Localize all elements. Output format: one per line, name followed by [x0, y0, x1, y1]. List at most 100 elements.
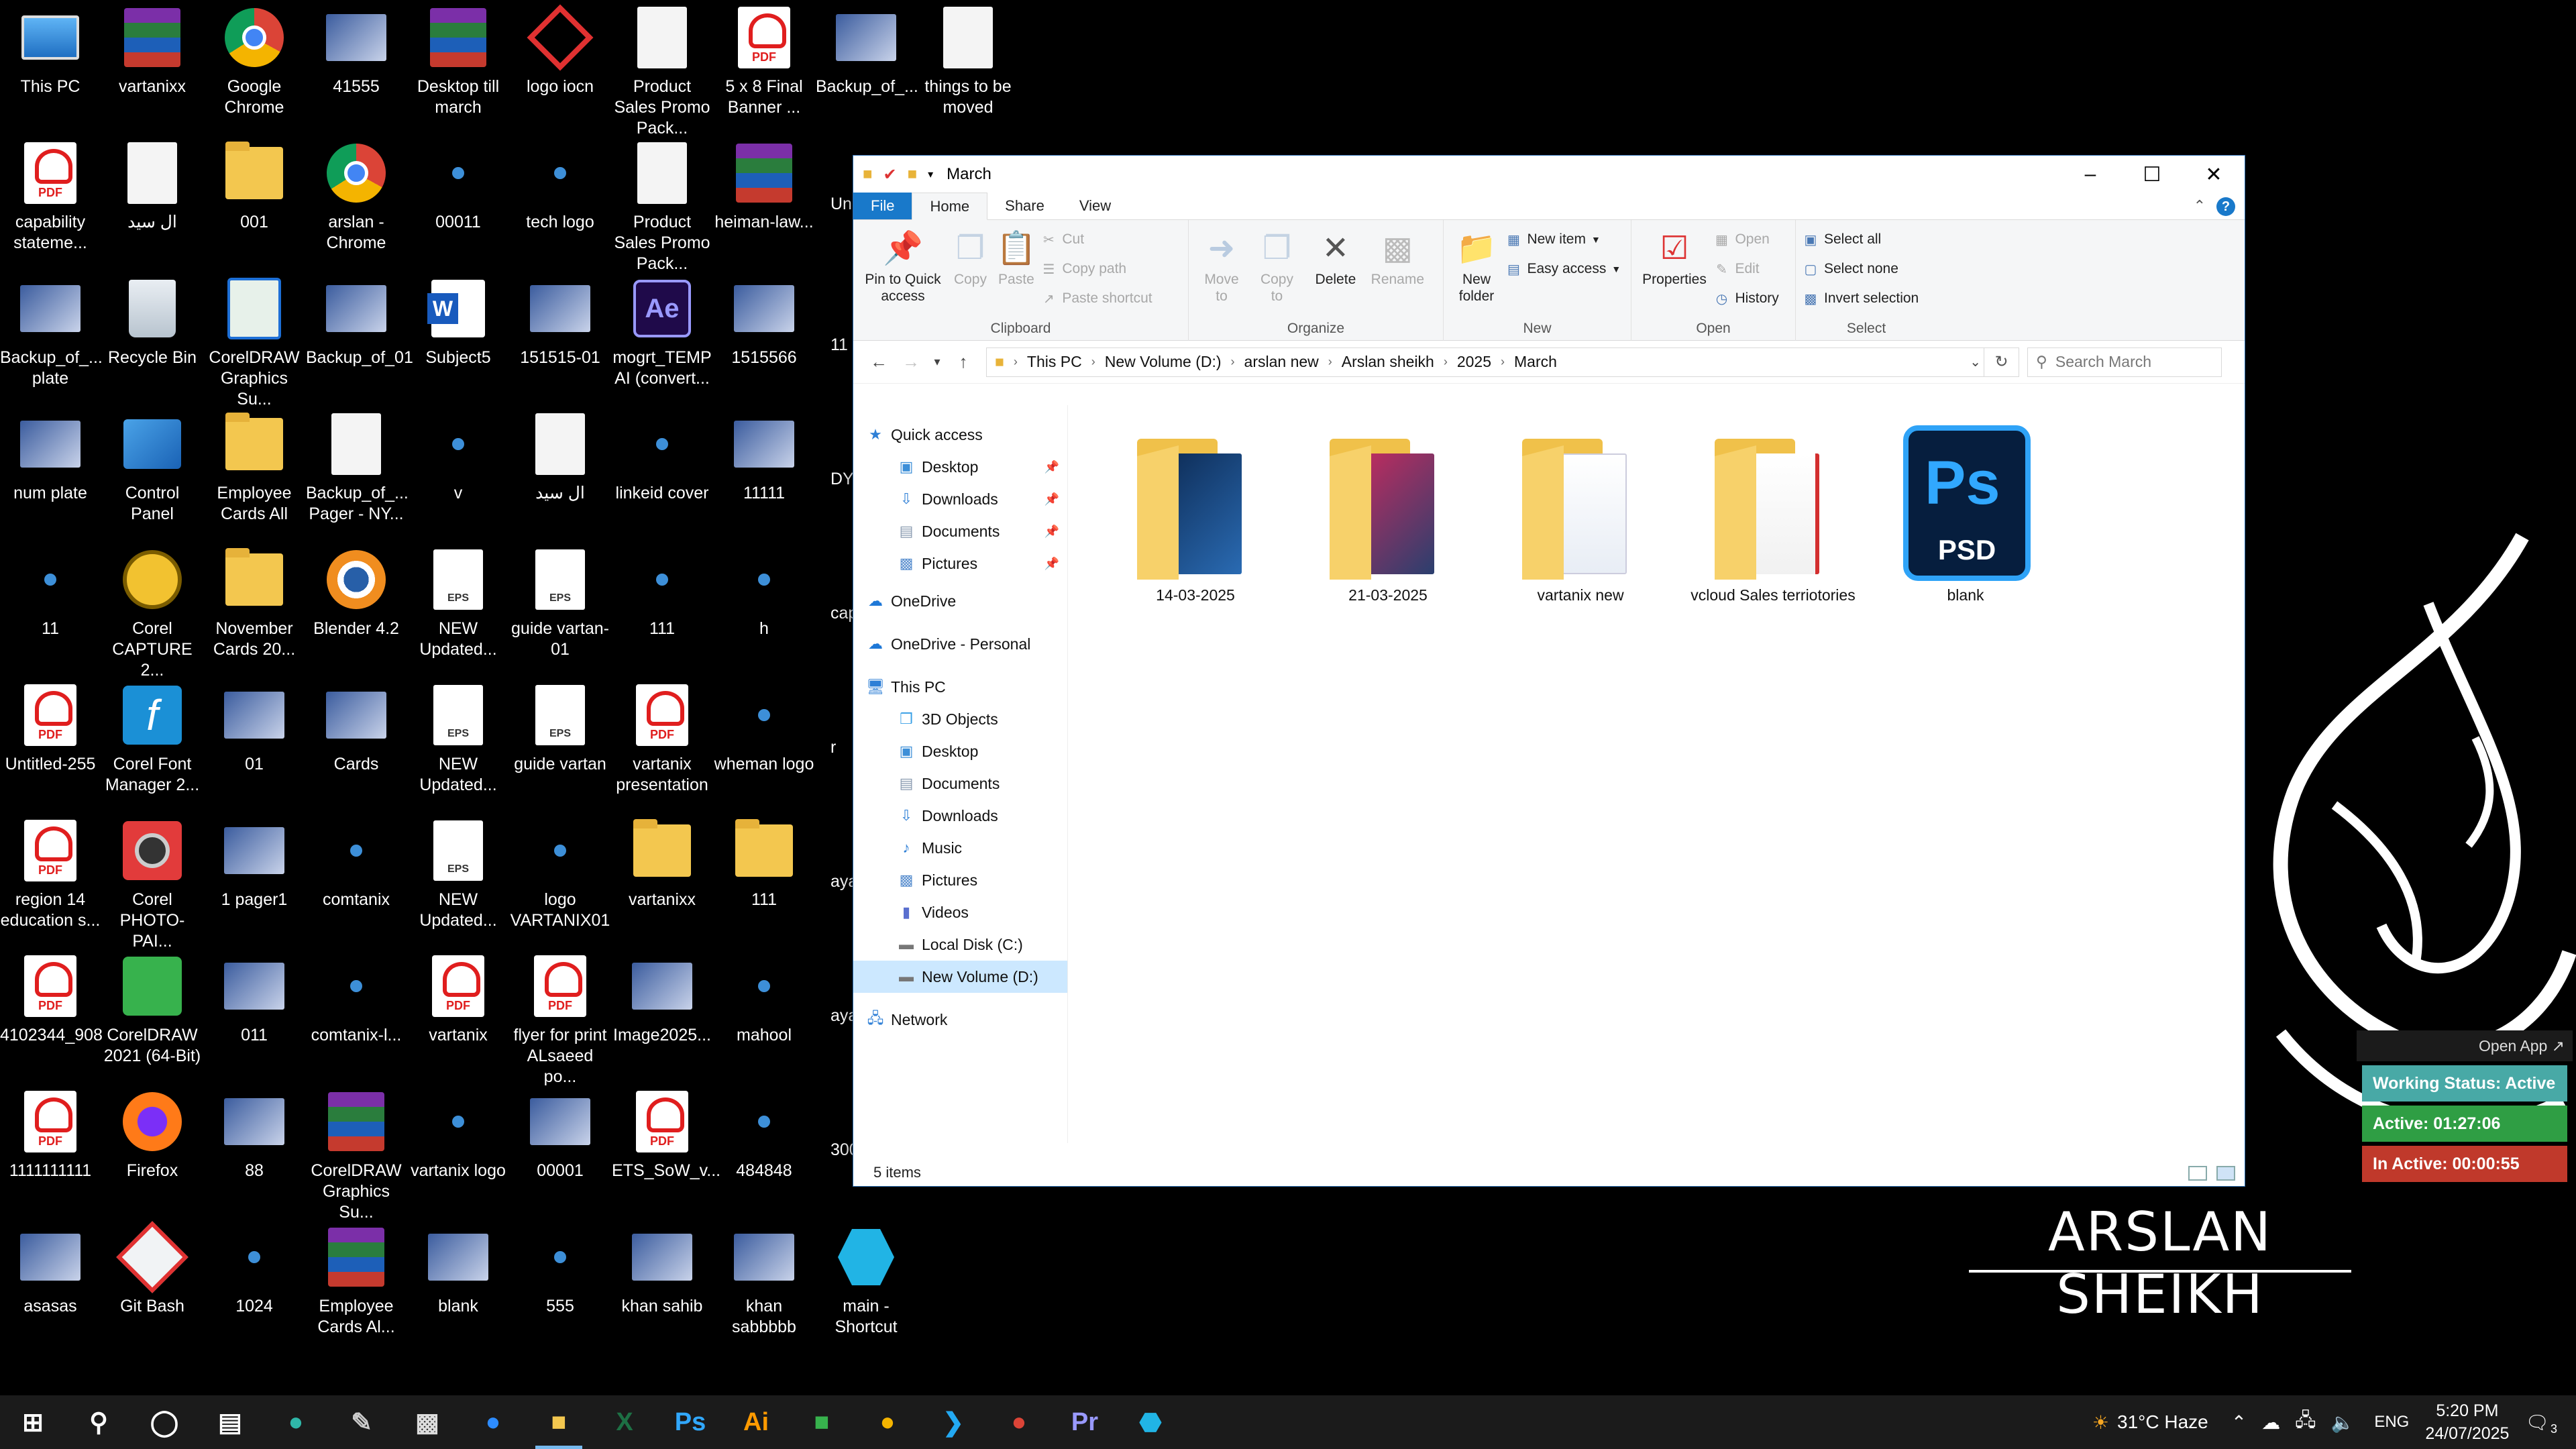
paste-shortcut-button[interactable]: ↗ Paste shortcut	[1040, 286, 1152, 311]
invert-selection-button[interactable]: ▩ Invert selection	[1803, 286, 1919, 311]
desktop-icon-backup-of-pager-ny[interactable]: Backup_of_... Pager - NY...	[306, 412, 409, 525]
desktop-icon-tech-logo[interactable]: tech logo	[510, 141, 610, 233]
desktop-icon-capability-stateme[interactable]: capability stateme...	[0, 141, 101, 254]
desktop-icon-employee-cards-all[interactable]: Employee Cards All	[204, 412, 305, 525]
folder-item[interactable]: vartanix new	[1493, 425, 1668, 605]
desktop-icon-555[interactable]: 555	[510, 1225, 610, 1317]
nav-quick-downloads[interactable]: ⇩ Downloads 📌	[853, 483, 1067, 515]
tab-view[interactable]: View	[1062, 193, 1128, 219]
desktop-icon-111[interactable]: 111	[714, 818, 814, 910]
chrome-icon[interactable]: ●	[855, 1395, 920, 1449]
desktop-icon-things-to-be-moved[interactable]: things to be moved	[918, 5, 1018, 118]
minimize-button[interactable]: –	[2059, 156, 2121, 193]
desktop-icon-[interactable]: ال سید	[102, 141, 203, 233]
desktop-icon-new-updated[interactable]: NEW Updated...	[408, 547, 508, 660]
excel-icon[interactable]: X	[592, 1395, 657, 1449]
desktop-icon-asasas[interactable]: asasas	[0, 1225, 101, 1317]
desktop-icon-khan-sahib[interactable]: khan sahib	[612, 1225, 712, 1317]
desktop-icon-flyer-for-print-alsaeed-po[interactable]: flyer for print ALsaeed po...	[510, 954, 610, 1087]
app-icon[interactable]: ⬣	[1118, 1395, 1183, 1449]
breadcrumb-arslan-new[interactable]: arslan new	[1244, 353, 1319, 371]
nav-pc-desktop[interactable]: ▣ Desktop	[853, 735, 1067, 767]
desktop-icon-vartanix[interactable]: vartanix	[408, 954, 508, 1046]
desktop-icon-product-sales-promo-pack[interactable]: Product Sales Promo Pack...	[612, 5, 712, 139]
desktop-icon-mahool[interactable]: mahool	[714, 954, 814, 1046]
properties-check-icon[interactable]: ✔	[883, 165, 897, 184]
breadcrumb-march[interactable]: March	[1514, 353, 1557, 371]
desktop-icon-41555[interactable]: 41555	[306, 5, 407, 97]
desktop-icon-h[interactable]: h	[714, 547, 814, 639]
copy-to-button[interactable]: ❐ Copy to	[1253, 224, 1300, 305]
new-folder-button[interactable]: 📁 New folder	[1453, 224, 1500, 305]
edit-button[interactable]: ✎ Edit	[1713, 256, 1778, 282]
up-button[interactable]: ↑	[947, 352, 979, 372]
desktop-icon-151515-01[interactable]: 151515-01	[510, 276, 610, 368]
desktop-icon-[interactable]: ال سید	[510, 412, 610, 504]
desktop-icon-new-updated[interactable]: NEW Updated...	[408, 818, 508, 931]
desktop-icon-november-cards-20[interactable]: November Cards 20...	[204, 547, 305, 660]
desktop-icon-001[interactable]: 001	[204, 141, 305, 233]
premiere-icon[interactable]: Pr	[1052, 1395, 1118, 1449]
collapse-ribbon-icon[interactable]: ⌃	[2194, 197, 2206, 215]
desktop-icon-corel-capture-2[interactable]: Corel CAPTURE 2...	[102, 547, 203, 681]
breadcrumb-2025[interactable]: 2025	[1457, 353, 1491, 371]
search-icon[interactable]: ⚲	[66, 1395, 131, 1449]
address-dropdown-icon[interactable]: ⌄	[1970, 354, 1981, 370]
easy-access-button[interactable]: ▤ Easy access ▼	[1505, 256, 1621, 282]
desktop-icon-git-bash[interactable]: Git Bash	[102, 1221, 203, 1317]
file-item[interactable]: Ps PSD blank	[1878, 425, 2053, 605]
illustrator-icon[interactable]: Ai	[723, 1395, 789, 1449]
desktop-icon-vartanix-logo[interactable]: vartanix logo	[408, 1089, 508, 1181]
desktop-icon-vartanix-presentation[interactable]: vartanix presentation	[612, 683, 712, 796]
desktop-icon-guide-vartan[interactable]: guide vartan	[510, 683, 610, 775]
desktop-icon-blank[interactable]: blank	[408, 1225, 508, 1317]
desktop-icon-comtanix[interactable]: comtanix	[306, 818, 407, 910]
desktop-icon-01[interactable]: 01	[204, 683, 305, 775]
desktop-icon-product-sales-promo-pack[interactable]: Product Sales Promo Pack...	[612, 141, 712, 274]
desktop-icon-corel-photo-pai[interactable]: Corel PHOTO-PAI...	[102, 818, 203, 952]
desktop-icon-1111111111[interactable]: 1111111111	[0, 1089, 101, 1181]
back-button[interactable]: ←	[863, 352, 895, 372]
pen-icon[interactable]: ✎	[329, 1395, 394, 1449]
desktop-icon-88[interactable]: 88	[204, 1089, 305, 1181]
nav-pc-pictures[interactable]: ▩ Pictures	[853, 864, 1067, 896]
network-icon[interactable]: 🖧	[2295, 1406, 2316, 1438]
details-view-icon[interactable]	[2188, 1166, 2207, 1181]
volume-icon[interactable]: 🔈	[2330, 1411, 2354, 1434]
desktop-icon-image2025[interactable]: Image2025...	[612, 954, 712, 1046]
zoom-icon[interactable]: ●	[460, 1395, 526, 1449]
select-none-button[interactable]: ▢ Select none	[1803, 256, 1919, 282]
desktop-icon-wheman-logo[interactable]: wheman logo	[714, 683, 814, 775]
desktop-icon-5-x-8-final-banner[interactable]: 5 x 8 Final Banner ...	[714, 5, 814, 118]
desktop-icon-logo-vartanix01[interactable]: logo VARTANIX01	[510, 818, 610, 931]
pin-icon[interactable]: 📌	[1044, 525, 1059, 539]
desktop-icon-111[interactable]: 111	[612, 547, 712, 639]
large-icons-view-icon[interactable]	[2216, 1166, 2235, 1181]
sync-icon[interactable]: ☁	[2261, 1411, 2280, 1434]
desktop-icon-backup-of[interactable]: Backup_of_...	[816, 5, 918, 97]
photoshop-icon[interactable]: Ps	[657, 1395, 723, 1449]
nav-pc-3d-objects[interactable]: ❒ 3D Objects	[853, 703, 1067, 735]
nav-pc-new-volume-d[interactable]: ▬ New Volume (D:)	[853, 961, 1067, 993]
copy-path-button[interactable]: ☰ Copy path	[1040, 256, 1152, 282]
desktop-icon-1024[interactable]: 1024	[204, 1225, 305, 1317]
delete-button[interactable]: ✕ Delete	[1309, 224, 1362, 288]
nav-pc-downloads[interactable]: ⇩ Downloads	[853, 800, 1067, 832]
desktop-icon-backup-of-01[interactable]: Backup_of_01	[306, 276, 413, 368]
paste-button[interactable]: 📋 Paste	[996, 224, 1036, 288]
desktop-icon-1-pager1[interactable]: 1 pager1	[204, 818, 305, 910]
vscode-icon[interactable]: ❯	[920, 1395, 986, 1449]
desktop-icon-cards[interactable]: Cards	[306, 683, 407, 775]
desktop-icon-1515566[interactable]: 1515566	[714, 276, 814, 368]
search-box[interactable]: ⚲ Search March	[2027, 347, 2222, 377]
folder-item[interactable]: 21-03-2025	[1301, 425, 1475, 605]
desktop-icon-11[interactable]: 11	[0, 547, 101, 639]
forward-button[interactable]: →	[895, 352, 927, 372]
pin-icon[interactable]: 📌	[1044, 492, 1059, 506]
tab-file[interactable]: File	[853, 193, 912, 219]
select-all-button[interactable]: ▣ Select all	[1803, 227, 1919, 252]
nav-quick-access[interactable]: ★ Quick access	[853, 419, 1067, 451]
nav-pc-local-disk-c[interactable]: ▬ Local Disk (C:)	[853, 928, 1067, 961]
desktop-icon-blender-4-2[interactable]: Blender 4.2	[306, 547, 407, 639]
desktop-icon-new-updated[interactable]: NEW Updated...	[408, 683, 508, 796]
